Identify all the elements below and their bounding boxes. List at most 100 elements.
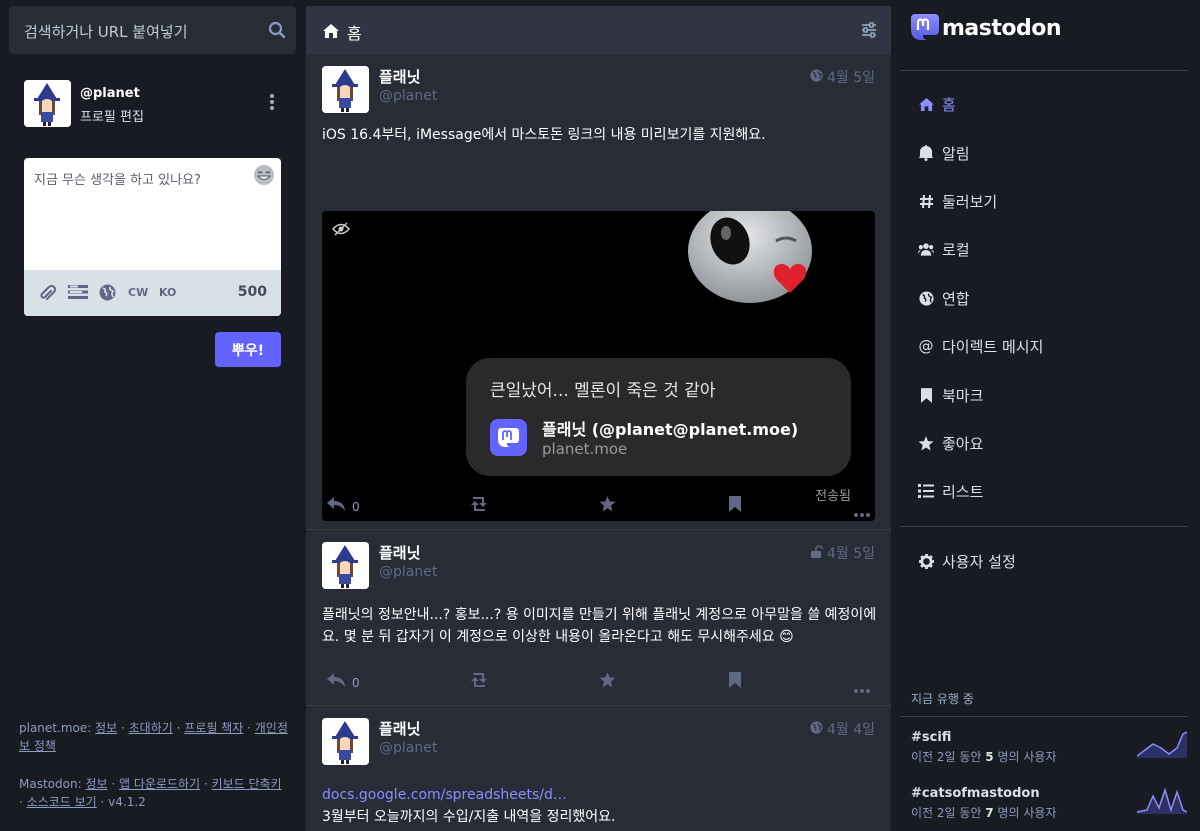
boost-icon[interactable] [469, 496, 489, 515]
status-meta: 4월 5일 [810, 67, 875, 87]
imessage-text: 큰일났어... 멜론이 죽은 것 같아 [490, 381, 716, 401]
trends-heading: 지금 유행 중 [911, 692, 974, 706]
status-post[interactable]: 플래닛 @planet 4월 5일 플래닛의 정보안내...? 홍보...? 용… [306, 530, 891, 706]
star-icon [918, 435, 934, 451]
alien-memoji-image [686, 211, 826, 321]
nav-explore[interactable]: 둘러보기 [918, 189, 997, 213]
status-display-name[interactable]: 플래닛 [379, 542, 420, 563]
reply-icon[interactable] [327, 672, 345, 691]
unlock-icon [810, 544, 823, 562]
globe-icon[interactable] [99, 284, 116, 305]
status-acct[interactable]: @planet [379, 88, 437, 104]
column-header[interactable]: 홈 [306, 6, 891, 54]
sliders-icon[interactable] [861, 22, 877, 42]
nav-preferences[interactable]: 사용자 설정 [918, 549, 1016, 573]
imessage-bubble: 큰일났어... 멜론이 죽은 것 같아 플래닛 (@planet@planet.… [466, 358, 851, 476]
column-title: 홈 [347, 24, 362, 43]
status-link[interactable]: docs.google.com/spreadsheets/d… [322, 784, 877, 806]
poll-icon[interactable] [68, 284, 88, 304]
mastodon-logo[interactable]: mastodon [910, 12, 1062, 44]
status-avatar[interactable] [322, 66, 369, 113]
status-content: iOS 16.4부터, iMessage에서 마스토돈 링크의 내용 미리보기를… [322, 127, 766, 143]
status-acct[interactable]: @planet [379, 740, 437, 756]
more-options-icon[interactable] [268, 94, 276, 114]
nav-lists[interactable]: 리스트 [918, 479, 983, 503]
nav-bookmarks[interactable]: 북마크 [918, 383, 983, 407]
home-icon [323, 23, 339, 42]
status-display-name[interactable]: 플래닛 [379, 66, 420, 87]
globe-icon [810, 68, 823, 86]
bookmark-icon[interactable] [729, 496, 741, 516]
reply-icon[interactable] [327, 496, 345, 515]
trend-item[interactable]: #catsofmastodon 이전 2일 동안 7 명의 사용자 [911, 786, 1191, 826]
status-action-bar: 0 [325, 496, 875, 518]
footer-link-shortcuts[interactable]: 키보드 단축키 [212, 777, 282, 791]
nav-direct-messages[interactable]: @ 다이렉트 메시지 [918, 334, 1044, 358]
footer-link-app-about[interactable]: 정보 [85, 777, 107, 791]
home-icon [918, 96, 934, 112]
hashtag-icon [918, 193, 934, 209]
compose-textarea[interactable]: 지금 무슨 생각을 하고 있나요? [34, 169, 201, 188]
nav-federated[interactable]: 연합 [918, 286, 970, 310]
more-icon[interactable] [854, 502, 870, 521]
status-acct[interactable]: @planet [379, 564, 437, 580]
status-date[interactable]: 4월 5일 [827, 67, 875, 87]
footer-link-source[interactable]: 소스코드 보기 [27, 795, 97, 809]
status-date[interactable]: 4월 5일 [827, 543, 875, 563]
more-icon[interactable] [854, 678, 870, 697]
navigation-panel: mastodon 홈 알림 둘러보기 로컬 연합 @ 다이렉트 메시지 북마크 … [900, 0, 1200, 831]
bookmark-icon[interactable] [729, 672, 741, 692]
nav-local[interactable]: 로컬 [918, 237, 970, 261]
bell-icon [918, 145, 934, 161]
trend-sparkline [1137, 787, 1187, 814]
reply-count: 0 [352, 500, 360, 514]
status-avatar[interactable] [322, 542, 369, 589]
footer-version: v4.1.2 [108, 795, 146, 809]
search-box[interactable]: 검색하거나 URL 붙여넣기 [9, 6, 296, 54]
footer-link-directory[interactable]: 프로필 책자 [184, 721, 243, 735]
footer-link-about[interactable]: 정보 [95, 721, 117, 735]
content-warning-toggle[interactable]: CW [128, 286, 148, 299]
status-meta: 4월 5일 [810, 543, 875, 563]
media-attachment[interactable]: 큰일났어... 멜론이 죽은 것 같아 플래닛 (@planet@planet.… [322, 211, 875, 521]
publish-button[interactable]: 뿌우! [215, 332, 281, 367]
nav-label: 로컬 [942, 240, 970, 259]
status-content: 플래닛의 정보안내...? 홍보...? 용 이미지를 만들기 위해 플래닛 계… [322, 607, 877, 645]
nav-notifications[interactable]: 알림 [918, 141, 970, 165]
search-icon[interactable] [268, 21, 286, 43]
nav-label: 좋아요 [942, 434, 984, 453]
bookmark-icon [918, 387, 934, 403]
status-date[interactable]: 4월 4일 [827, 719, 875, 739]
mastodon-app-icon [490, 419, 527, 456]
language-selector[interactable]: KO [159, 286, 176, 299]
trend-item[interactable]: #scifi 이전 2일 동안 5 명의 사용자 [911, 730, 1191, 770]
status-post[interactable]: 플래닛 @planet 4월 4일 docs.google.com/spread… [306, 706, 891, 831]
favourite-icon[interactable] [599, 496, 616, 516]
nav-favourites[interactable]: 좋아요 [918, 431, 983, 455]
search-input[interactable]: 검색하거나 URL 붙여넣기 [24, 21, 188, 42]
emoji-picker-icon[interactable] [253, 164, 275, 186]
left-column: 검색하거나 URL 붙여넣기 @planet 프로필 편집 지금 무슨 생각을 … [0, 0, 306, 831]
divider [900, 526, 1188, 527]
profile-handle[interactable]: @planet [80, 86, 140, 101]
nav-label: 사용자 설정 [942, 552, 1016, 571]
footer-app-name: Mastodon [19, 777, 78, 791]
divider [900, 70, 1188, 71]
status-post[interactable]: 플래닛 @planet 4월 5일 iOS 16.4부터, iMessage에서… [306, 54, 891, 530]
status-avatar[interactable] [322, 718, 369, 765]
hide-media-icon[interactable] [331, 221, 351, 240]
nav-home[interactable]: 홈 [918, 92, 956, 116]
boost-icon[interactable] [469, 672, 489, 691]
compose-toolbar: CW KO 500 [24, 270, 281, 316]
link-preview-domain: planet.moe [542, 440, 628, 458]
list-icon [918, 483, 934, 499]
edit-profile-link[interactable]: 프로필 편집 [80, 106, 144, 125]
paperclip-icon[interactable] [40, 284, 57, 306]
favourite-icon[interactable] [599, 672, 616, 692]
avatar[interactable] [24, 80, 71, 127]
footer-link-get-app[interactable]: 앱 다운로드하기 [119, 777, 200, 791]
globe-icon [810, 720, 823, 738]
footer-link-invite[interactable]: 초대하기 [129, 721, 173, 735]
nav-label: 알림 [942, 144, 970, 163]
status-display-name[interactable]: 플래닛 [379, 718, 420, 739]
